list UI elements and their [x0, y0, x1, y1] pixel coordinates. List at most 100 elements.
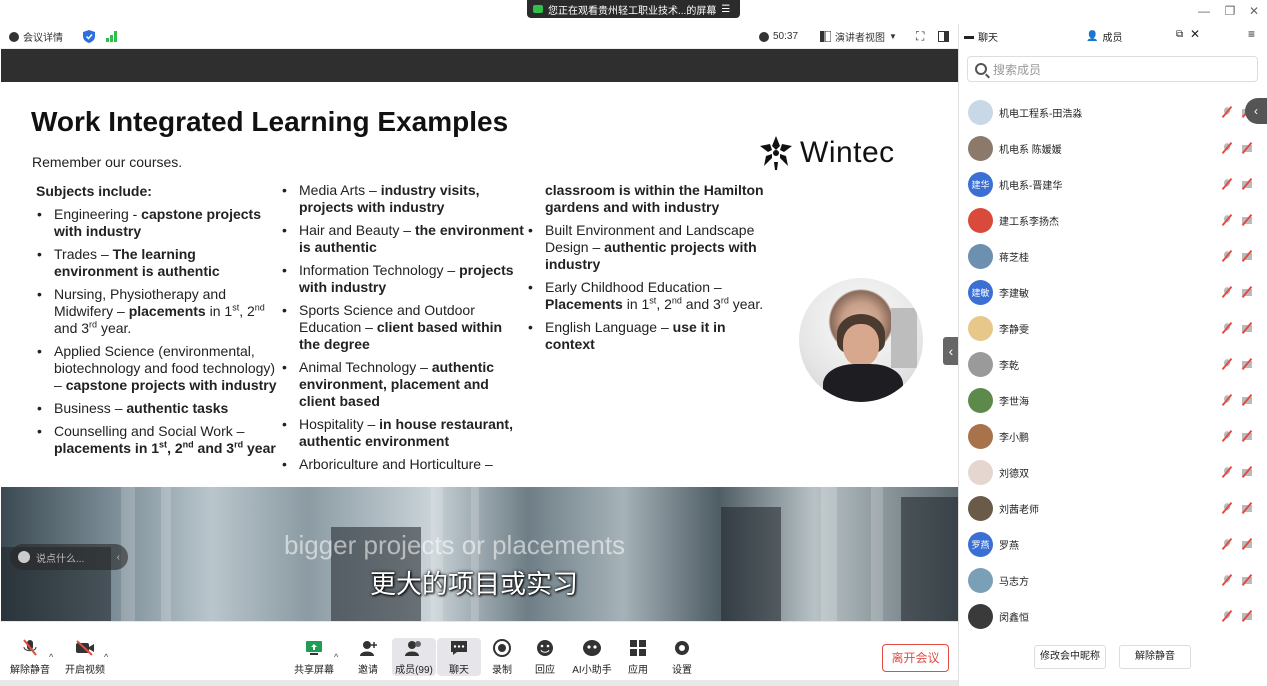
- mic-off-icon[interactable]: [1221, 142, 1233, 154]
- member-row[interactable]: 刘茜老师: [968, 491, 1253, 525]
- fullscreen-icon[interactable]: ⛶: [916, 29, 924, 44]
- camera-off-icon[interactable]: [1241, 394, 1253, 406]
- chevron-left-icon[interactable]: ‹: [943, 337, 959, 365]
- share-screen-button[interactable]: 共享屏幕: [292, 639, 336, 676]
- camera-off-icon[interactable]: [1241, 250, 1253, 262]
- chevron-up-icon[interactable]: ^: [49, 652, 53, 662]
- camera-off-icon[interactable]: [1241, 178, 1253, 190]
- camera-off-icon[interactable]: [1241, 142, 1253, 154]
- mic-off-icon[interactable]: [1221, 610, 1233, 622]
- mic-off-icon[interactable]: [1221, 502, 1233, 514]
- camera-off-icon[interactable]: [1241, 610, 1253, 622]
- mic-off-icon[interactable]: [1221, 394, 1233, 406]
- subjects-heading: Subjects include:: [36, 183, 152, 199]
- reactions-label: 回应: [535, 665, 555, 676]
- chevron-up-icon[interactable]: ^: [104, 652, 108, 662]
- chevron-left-icon[interactable]: ‹: [117, 552, 120, 563]
- mic-off-icon[interactable]: [1221, 430, 1233, 442]
- settings-button[interactable]: 设置: [660, 639, 704, 676]
- quick-chat-input[interactable]: 说点什么... ‹: [10, 544, 128, 570]
- reaction-icon: [535, 639, 555, 657]
- mic-off-icon[interactable]: [1221, 322, 1233, 334]
- record-button[interactable]: 录制: [480, 639, 524, 676]
- signal-icon[interactable]: [106, 29, 118, 44]
- mic-off-icon[interactable]: [1221, 106, 1233, 118]
- avatar: 建华: [968, 171, 993, 197]
- ai-assistant-button[interactable]: AI小助手: [570, 639, 614, 676]
- menu-icon[interactable]: ≡: [1248, 27, 1255, 41]
- member-search-input[interactable]: 搜索成员: [967, 56, 1258, 82]
- subtitle-chinese: 更大的项目或实习: [370, 569, 579, 599]
- camera-off-icon[interactable]: [1241, 502, 1253, 514]
- mic-off-icon[interactable]: [1221, 466, 1233, 478]
- mic-off-icon[interactable]: [1221, 250, 1233, 262]
- rename-button[interactable]: 修改会中昵称: [1034, 645, 1106, 669]
- member-row[interactable]: 马志方: [968, 563, 1253, 597]
- chevron-left-icon[interactable]: ‹: [1245, 98, 1267, 124]
- unmute-button[interactable]: 解除静音: [8, 639, 52, 676]
- avatar: [968, 207, 993, 233]
- close-icon[interactable]: ✕: [1190, 27, 1200, 41]
- mic-off-icon[interactable]: [1221, 286, 1233, 298]
- camera-off-icon[interactable]: [1241, 430, 1253, 442]
- member-row[interactable]: 机电工程系-田浩淼: [968, 95, 1253, 129]
- leave-meeting-button[interactable]: 离开会议: [882, 644, 949, 672]
- search-placeholder: 搜索成员: [993, 62, 1042, 77]
- list-item: Animal Technology – authentic environmen…: [278, 359, 526, 410]
- member-row[interactable]: 机电系 陈媛媛: [968, 131, 1253, 165]
- member-row[interactable]: 罗燕 罗燕: [968, 527, 1253, 561]
- mic-off-icon[interactable]: [1221, 178, 1233, 190]
- popout-icon[interactable]: ⧉: [1176, 29, 1183, 40]
- chevron-up-icon[interactable]: ^: [334, 652, 338, 662]
- side-panel-tabs: ▬ 聊天 👤 成员 ⧉ ✕ ≡: [958, 24, 1267, 48]
- members-button[interactable]: 成员(99): [392, 638, 436, 676]
- unmute-all-button[interactable]: 解除静音: [1119, 645, 1191, 669]
- emoji-icon[interactable]: [18, 551, 30, 563]
- member-row[interactable]: 建敏 李建敏: [968, 275, 1253, 309]
- mic-off-icon[interactable]: [1221, 214, 1233, 226]
- member-name: 李静雯: [999, 324, 1029, 336]
- close-icon[interactable]: ✕: [1245, 3, 1263, 19]
- menu-icon[interactable]: ☰: [721, 4, 730, 15]
- mic-off-icon[interactable]: [1221, 538, 1233, 550]
- camera-off-icon[interactable]: [1241, 322, 1253, 334]
- member-row[interactable]: 李世海: [968, 383, 1253, 417]
- camera-off-icon[interactable]: [1241, 214, 1253, 226]
- view-mode-label: 演讲者视图: [835, 33, 885, 44]
- member-name: 机电系-晋建华: [999, 180, 1063, 192]
- security-icon[interactable]: [83, 29, 95, 44]
- camera-off-icon[interactable]: [1241, 358, 1253, 370]
- view-mode-dropdown[interactable]: 演讲者视图 ▼: [820, 29, 897, 44]
- record-icon: [492, 639, 512, 657]
- member-row[interactable]: 刘德双: [968, 455, 1253, 489]
- member-row[interactable]: 闵鑫恒: [968, 599, 1253, 633]
- tab-chat[interactable]: ▬ 聊天: [964, 29, 998, 44]
- chat-button[interactable]: 聊天: [437, 638, 481, 676]
- member-row[interactable]: 李小鹏: [968, 419, 1253, 453]
- reactions-button[interactable]: 回应: [523, 639, 567, 676]
- presenter-video: [799, 278, 923, 402]
- camera-off-icon[interactable]: [1241, 286, 1253, 298]
- camera-off-icon[interactable]: [1241, 466, 1253, 478]
- list-item: Counselling and Social Work – placements…: [33, 423, 281, 457]
- start-video-button[interactable]: 开启视频: [63, 639, 107, 676]
- member-row[interactable]: 李乾: [968, 347, 1253, 381]
- member-row[interactable]: 建华 机电系-晋建华: [968, 167, 1253, 201]
- minimize-icon[interactable]: —: [1195, 3, 1213, 19]
- record-label: 录制: [492, 665, 512, 676]
- tab-members[interactable]: 👤 成员: [1086, 29, 1122, 44]
- camera-off-icon[interactable]: [1241, 574, 1253, 586]
- apps-button[interactable]: 应用: [616, 639, 660, 676]
- member-row[interactable]: 建工系李扬杰: [968, 203, 1253, 237]
- sidebar-toggle-icon[interactable]: [938, 29, 949, 44]
- member-row[interactable]: 李静雯: [968, 311, 1253, 345]
- invite-button[interactable]: 邀请: [346, 639, 390, 676]
- screen-share-banner[interactable]: 您正在观看贵州轻工职业技术...的屏幕 ☰: [527, 0, 740, 18]
- member-row[interactable]: 蒋芝桂: [968, 239, 1253, 273]
- mic-off-icon[interactable]: [1221, 574, 1233, 586]
- restore-icon[interactable]: ❐: [1221, 3, 1239, 19]
- meeting-info-button[interactable]: 会议详情: [9, 29, 63, 44]
- camera-off-icon[interactable]: [1241, 538, 1253, 550]
- mic-off-icon[interactable]: [1221, 358, 1233, 370]
- list-item: Nursing, Physiotherapy and Midwifery – p…: [33, 286, 281, 337]
